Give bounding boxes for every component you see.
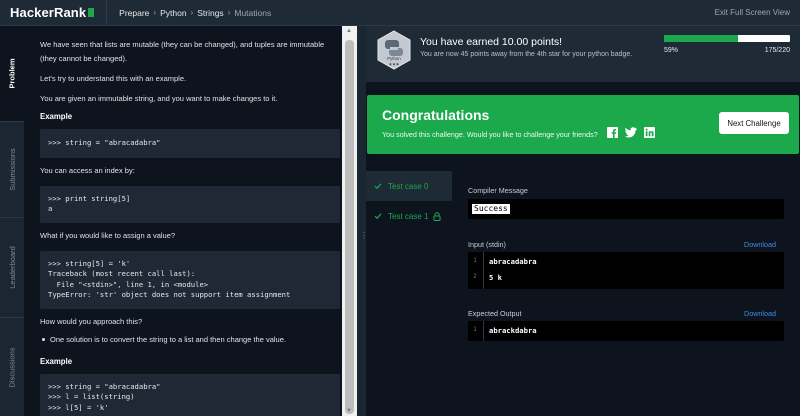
compiler-message-box: Success — [468, 199, 784, 219]
given-text: You are given an immutable string, and y… — [40, 94, 278, 103]
tab-problem[interactable]: Problem — [0, 26, 24, 122]
badge-label: Python — [387, 56, 401, 61]
expected-line: abrackdabra — [489, 326, 537, 335]
linkedin-icon[interactable] — [644, 127, 655, 138]
points-earned-text: You have earned 10.00 points! — [420, 36, 563, 48]
points-banner: Python ★★★ You have earned 10.00 points!… — [366, 26, 800, 82]
test-case-list: Test case 0 Test case 1 — [366, 171, 452, 416]
code-block: >>> string = "abracadabra" >>> l = list(… — [40, 373, 340, 416]
test-case-1-tab[interactable]: Test case 1 — [366, 201, 452, 231]
twitter-icon[interactable] — [625, 127, 637, 138]
code-block: >>> string[5] = 'k' Traceback (most rece… — [40, 250, 340, 309]
vertical-tabs: Problem Submissions Leaderboard Discussi… — [0, 26, 24, 416]
badge-stars: ★★★ — [389, 62, 400, 67]
hackerrank-logo[interactable]: HackerRank — [10, 5, 95, 20]
progress-fill — [664, 35, 739, 42]
line-number: 1 — [473, 258, 477, 264]
points-away-text: You are now 45 points away from the 4th … — [420, 51, 633, 58]
input-box: 1 abracadabra 2 5 k — [468, 252, 784, 289]
input-download-link[interactable]: Download — [744, 240, 776, 249]
tab-submissions[interactable]: Submissions — [0, 122, 24, 218]
test-case-0-tab[interactable]: Test case 0 — [366, 171, 452, 201]
facebook-icon[interactable] — [607, 127, 618, 138]
test-output: Compiler Message Success Input (stdin) D… — [468, 171, 790, 416]
tab-discussions[interactable]: Discussions — [0, 318, 24, 416]
breadcrumb-prepare[interactable]: Prepare — [119, 8, 149, 18]
panel-splitter[interactable]: ⋮ — [357, 26, 368, 416]
line-number: 1 — [473, 327, 477, 333]
assign-text: What if you would like to assign a value… — [40, 230, 176, 240]
problem-statement: We have seen that lists are mutable (the… — [24, 26, 342, 416]
chevron-right-icon: › — [227, 8, 231, 17]
example-heading: Example — [40, 356, 73, 366]
badge-progress-bar — [664, 35, 790, 42]
intro-text: We have seen that lists are mutable (the… — [40, 40, 325, 63]
test-case-label: Test case 0 — [388, 181, 429, 191]
scrollbar-thumb[interactable] — [345, 40, 354, 414]
line-number: 2 — [473, 274, 477, 280]
expected-download-link[interactable]: Download — [744, 309, 776, 318]
expected-output-box: 1 abrackdabra — [468, 321, 784, 341]
breadcrumb-python[interactable]: Python — [160, 8, 186, 18]
line-number-divider — [483, 321, 484, 341]
input-label: Input (stdin) — [468, 240, 506, 249]
breadcrumb: Prepare › Python › Strings › Mutations — [119, 8, 271, 18]
next-challenge-button[interactable]: Next Challenge — [719, 112, 789, 134]
approach-text: How would you approach this? — [40, 316, 143, 326]
logo-mark — [88, 8, 95, 17]
scroll-up-icon[interactable]: ▲ — [346, 28, 352, 34]
lock-icon — [433, 211, 441, 221]
topbar-divider — [106, 0, 108, 26]
problem-scrollbar[interactable]: ▲ ▼ — [342, 26, 357, 416]
compiler-message-value: Success — [472, 204, 510, 214]
access-text: You can access an index by: — [40, 165, 135, 175]
code-block: >>> print string[5] a — [40, 185, 340, 223]
input-line: abracadabra — [489, 257, 537, 266]
tab-leaderboard[interactable]: Leaderboard — [0, 218, 24, 318]
congratulations-banner: Congratulations You solved this challeng… — [367, 95, 799, 154]
progress-points: 175/220 — [764, 47, 790, 54]
expected-output-label: Expected Output — [468, 309, 522, 318]
code-block: >>> string = "abracadabra" — [40, 129, 340, 158]
top-bar: HackerRank Prepare › Python › Strings › … — [0, 0, 800, 26]
results-panel: Python ★★★ You have earned 10.00 points!… — [366, 26, 800, 416]
check-icon — [374, 183, 382, 190]
exit-full-screen-link[interactable]: Exit Full Screen View — [715, 8, 790, 17]
chevron-right-icon: › — [153, 8, 157, 17]
scroll-down-icon[interactable]: ▼ — [346, 408, 352, 414]
breadcrumb-current: Mutations — [234, 7, 272, 18]
python-badge-icon: Python ★★★ — [377, 30, 411, 70]
congrats-title: Congratulations — [382, 107, 490, 123]
solution-bullet: One solution is to convert the string to… — [40, 333, 342, 347]
breadcrumb-strings[interactable]: Strings — [197, 8, 223, 18]
congrats-subtitle: You solved this challenge. Would you lik… — [382, 130, 598, 139]
example-heading: Example — [40, 112, 73, 121]
example-intro-text: Let's try to understand this with an exa… — [40, 74, 187, 83]
input-line: 5 k — [489, 273, 502, 282]
check-icon — [374, 213, 382, 220]
progress-percent: 59% — [664, 47, 679, 54]
line-number-divider — [483, 252, 484, 289]
compiler-message-label: Compiler Message — [468, 186, 528, 195]
chevron-right-icon: › — [190, 8, 194, 17]
test-case-label: Test case 1 — [388, 211, 429, 221]
